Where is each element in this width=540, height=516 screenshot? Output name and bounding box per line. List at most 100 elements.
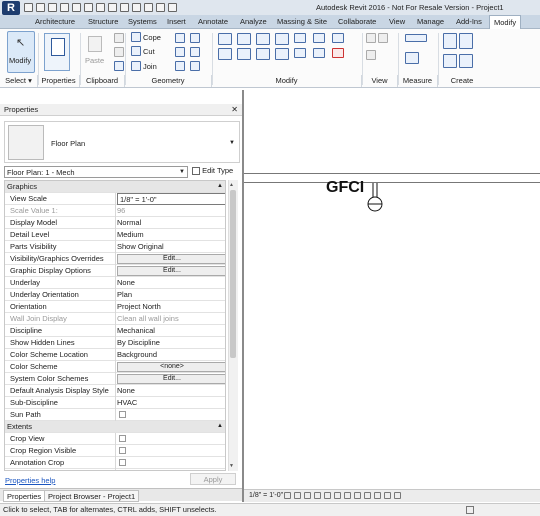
dimension-tool-icon[interactable] bbox=[405, 34, 427, 42]
offset-icon[interactable] bbox=[237, 33, 251, 45]
tab-insert[interactable]: Insert bbox=[167, 17, 186, 26]
property-row-system-color-schemes[interactable]: System Color Schemes Edit... bbox=[5, 373, 225, 385]
paint-icon[interactable] bbox=[175, 47, 185, 57]
measure-icon[interactable] bbox=[84, 3, 93, 12]
property-row-discipline[interactable]: Discipline Mechanical bbox=[5, 325, 225, 337]
split-face-icon[interactable] bbox=[175, 33, 185, 43]
print-icon[interactable] bbox=[72, 3, 81, 12]
join-button[interactable]: Join bbox=[131, 61, 157, 71]
property-value[interactable]: None bbox=[117, 277, 135, 288]
pin-icon[interactable] bbox=[332, 33, 344, 43]
property-value[interactable]: HVAC bbox=[117, 397, 137, 408]
property-row-default-analysis-display-style[interactable]: Default Analysis Display Style None bbox=[5, 385, 225, 397]
undo-icon[interactable] bbox=[48, 3, 57, 12]
save-icon[interactable] bbox=[36, 3, 45, 12]
revit-logo-icon[interactable]: R bbox=[2, 1, 20, 15]
property-row-underlay-orientation[interactable]: Underlay Orientation Plan bbox=[5, 289, 225, 301]
split-icon[interactable] bbox=[294, 33, 306, 43]
property-row-visibility-graphics-overrides[interactable]: Visibility/Graphics Overrides Edit... bbox=[5, 253, 225, 265]
shadows-icon[interactable] bbox=[314, 492, 321, 499]
lightbulb-icon[interactable] bbox=[366, 50, 376, 60]
property-row-display-model[interactable]: Display Model Normal bbox=[5, 217, 225, 229]
wall-profile-icon[interactable] bbox=[190, 61, 200, 71]
copy-elements-icon[interactable] bbox=[237, 48, 251, 60]
properties-scrollbar-thumb[interactable] bbox=[230, 190, 236, 358]
filter-icon[interactable] bbox=[466, 506, 474, 514]
collapse-icon[interactable]: ▲ bbox=[217, 181, 223, 192]
trim-icon[interactable] bbox=[275, 48, 289, 60]
rotate-icon[interactable] bbox=[256, 48, 270, 60]
mirror-pick-icon[interactable] bbox=[256, 33, 270, 45]
wall-line[interactable] bbox=[244, 173, 540, 174]
tab-properties[interactable]: Properties bbox=[3, 490, 46, 502]
property-value[interactable]: Plan bbox=[117, 289, 132, 300]
property-row-view-range[interactable]: View Range Edit... bbox=[5, 469, 226, 471]
category-extents[interactable]: Extents ▲ bbox=[5, 421, 225, 433]
property-row-wall-join-display[interactable]: Wall Join Display Clean all wall joins bbox=[5, 313, 225, 325]
override-icon[interactable] bbox=[378, 33, 388, 43]
properties-help-link[interactable]: Properties help bbox=[5, 476, 55, 485]
property-checkbox[interactable] bbox=[119, 447, 126, 454]
tab-view[interactable]: View bbox=[389, 17, 405, 26]
modify-button[interactable]: ↖ Modify bbox=[7, 31, 35, 73]
cope-button[interactable]: Cope bbox=[131, 32, 161, 42]
instance-selector[interactable]: Floor Plan: 1 - Mech ▼ bbox=[4, 166, 188, 178]
tab-massing-site[interactable]: Massing & Site bbox=[277, 17, 327, 26]
create-parts-icon[interactable] bbox=[459, 33, 473, 49]
measure-tool-icon[interactable] bbox=[405, 52, 419, 64]
detail-level-icon[interactable] bbox=[284, 492, 291, 499]
property-row-show-hidden-lines[interactable]: Show Hidden Lines By Discipline bbox=[5, 337, 225, 349]
thin-lines-icon[interactable] bbox=[144, 3, 153, 12]
scroll-down-icon[interactable]: ▼ bbox=[229, 463, 234, 469]
hide-icon[interactable] bbox=[366, 33, 376, 43]
tab-add-ins[interactable]: Add-Ins bbox=[456, 17, 482, 26]
highlight-displacement-icon[interactable] bbox=[384, 492, 391, 499]
move-icon[interactable] bbox=[218, 48, 232, 60]
wall-joins-icon[interactable] bbox=[175, 61, 185, 71]
property-value[interactable]: Normal bbox=[117, 217, 141, 228]
properties-button[interactable] bbox=[44, 33, 70, 71]
property-row-annotation-crop[interactable]: Annotation Crop bbox=[5, 457, 225, 469]
analytical-model-icon[interactable] bbox=[374, 492, 381, 499]
property-edit-button[interactable]: Edit... bbox=[117, 470, 226, 471]
type-selector[interactable]: Floor Plan ▼ bbox=[4, 121, 240, 163]
property-edit-button[interactable]: Edit... bbox=[117, 374, 225, 384]
property-row-graphic-display-options[interactable]: Graphic Display Options Edit... bbox=[5, 265, 225, 277]
delete-icon[interactable] bbox=[332, 48, 344, 58]
sun-path-icon[interactable] bbox=[304, 492, 311, 499]
cut-geom-icon[interactable] bbox=[114, 33, 124, 43]
visual-style-icon[interactable] bbox=[294, 492, 301, 499]
apply-button[interactable]: Apply bbox=[190, 473, 236, 485]
property-checkbox[interactable] bbox=[119, 435, 126, 442]
property-checkbox[interactable] bbox=[119, 411, 126, 418]
property-value-input[interactable]: 1/8" = 1'-0" bbox=[117, 193, 225, 205]
cut-button[interactable]: Cut bbox=[131, 46, 155, 56]
match-icon[interactable] bbox=[114, 61, 124, 71]
tab-architecture[interactable]: Architecture bbox=[35, 17, 75, 26]
property-row-detail-level[interactable]: Detail Level Medium bbox=[5, 229, 225, 241]
demolish-icon[interactable] bbox=[190, 33, 200, 43]
tab-structure[interactable]: Structure bbox=[88, 17, 118, 26]
property-value[interactable]: Show Original bbox=[117, 241, 164, 252]
property-checkbox[interactable] bbox=[119, 459, 126, 466]
gfci-tag[interactable]: GFCI bbox=[326, 179, 364, 197]
property-edit-button[interactable]: Edit... bbox=[117, 254, 225, 264]
paste-icon[interactable] bbox=[88, 36, 102, 52]
property-row-color-scheme-location[interactable]: Color Scheme Location Background bbox=[5, 349, 225, 361]
property-row-crop-view[interactable]: Crop View bbox=[5, 433, 225, 445]
property-row-parts-visibility[interactable]: Parts Visibility Show Original bbox=[5, 241, 225, 253]
property-value[interactable]: Project North bbox=[117, 301, 161, 312]
tab-annotate[interactable]: Annotate bbox=[198, 17, 228, 26]
text-icon[interactable] bbox=[108, 3, 117, 12]
temp-hide-icon[interactable] bbox=[354, 492, 361, 499]
unpin-icon[interactable] bbox=[313, 48, 325, 58]
remove-paint-icon[interactable] bbox=[190, 47, 200, 57]
close-hidden-icon[interactable] bbox=[156, 3, 165, 12]
category-graphics[interactable]: Graphics ▲ bbox=[5, 181, 225, 193]
collapse-icon[interactable]: ▲ bbox=[217, 421, 223, 432]
array-icon[interactable] bbox=[313, 33, 325, 43]
tab-systems[interactable]: Systems bbox=[128, 17, 157, 26]
property-row-sun-path[interactable]: Sun Path bbox=[5, 409, 225, 421]
property-row-view-scale[interactable]: View Scale 1/8" = 1'-0" bbox=[5, 193, 225, 205]
drawing-canvas[interactable] bbox=[244, 90, 540, 489]
